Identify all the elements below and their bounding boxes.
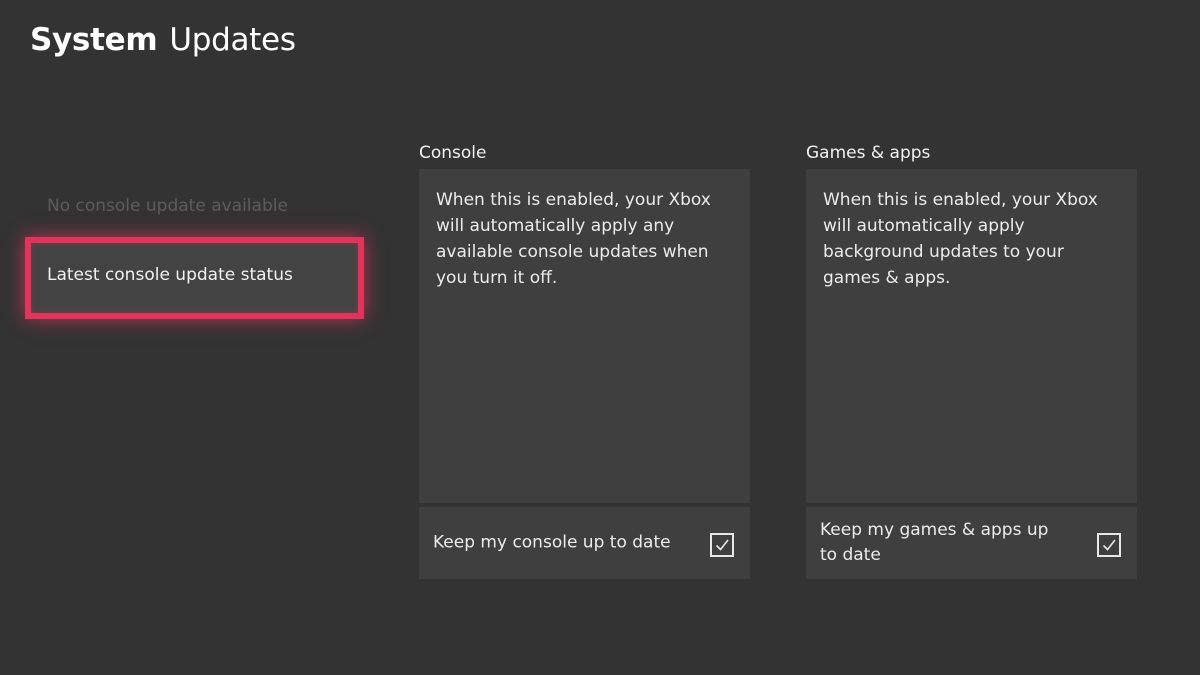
page-title-light: Updates (169, 22, 296, 58)
checkmark-icon[interactable] (1097, 533, 1121, 557)
menu-item-latest-update-status[interactable]: Latest console update status (25, 237, 364, 319)
console-heading: Console (419, 143, 487, 163)
keep-console-up-to-date-label: Keep my console up to date (433, 532, 671, 553)
menu-item-no-update: No console update available (47, 196, 288, 216)
checkmark-icon[interactable] (710, 533, 734, 557)
console-description-panel: When this is enabled, your Xbox will aut… (419, 169, 750, 503)
games-apps-heading: Games & apps (806, 143, 931, 163)
keep-games-apps-up-to-date-toggle[interactable]: Keep my games & apps up to date (806, 507, 1137, 579)
games-apps-description-panel: When this is enabled, your Xbox will aut… (806, 169, 1137, 503)
keep-console-up-to-date-toggle[interactable]: Keep my console up to date (419, 507, 750, 579)
console-description: When this is enabled, your Xbox will aut… (436, 190, 711, 288)
games-apps-description: When this is enabled, your Xbox will aut… (823, 190, 1098, 288)
page-title: System Updates (30, 18, 296, 62)
menu-item-label: Latest console update status (47, 265, 293, 285)
page-title-strong: System (30, 22, 158, 58)
keep-games-apps-up-to-date-label: Keep my games & apps up to date (820, 520, 1049, 565)
